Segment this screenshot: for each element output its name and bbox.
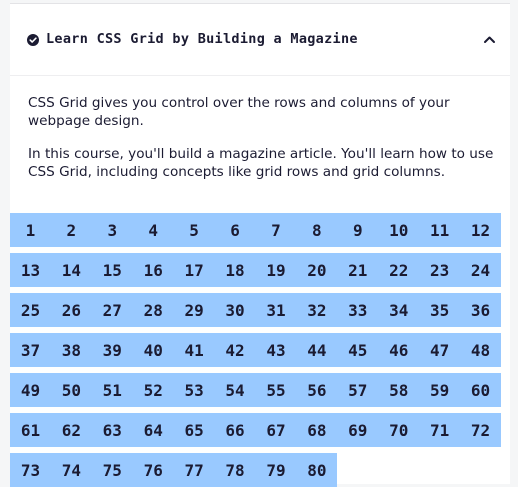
step-link[interactable]: 26	[50, 293, 92, 327]
step-link[interactable]: 32	[296, 293, 338, 327]
step-link[interactable]: 40	[132, 333, 174, 367]
step-link[interactable]: 9	[337, 213, 379, 247]
step-link[interactable]: 53	[173, 373, 215, 407]
step-link[interactable]: 54	[214, 373, 256, 407]
step-link[interactable]: 39	[91, 333, 133, 367]
step-link[interactable]: 80	[296, 453, 338, 487]
step-link[interactable]: 77	[173, 453, 215, 487]
step-link[interactable]: 78	[214, 453, 256, 487]
step-link[interactable]: 23	[419, 253, 461, 287]
step-link[interactable]: 51	[91, 373, 133, 407]
step-link[interactable]: 28	[132, 293, 174, 327]
step-link[interactable]: 34	[378, 293, 420, 327]
step-link[interactable]: 58	[378, 373, 420, 407]
step-link[interactable]: 1	[10, 213, 51, 247]
step-link[interactable]: 21	[337, 253, 379, 287]
step-link[interactable]: 22	[378, 253, 420, 287]
step-link[interactable]: 57	[337, 373, 379, 407]
step-link[interactable]: 46	[378, 333, 420, 367]
step-link[interactable]: 29	[173, 293, 215, 327]
step-link[interactable]: 45	[337, 333, 379, 367]
step-link[interactable]: 59	[419, 373, 461, 407]
step-link[interactable]: 33	[337, 293, 379, 327]
step-link[interactable]: 55	[255, 373, 297, 407]
step-link[interactable]: 69	[337, 413, 379, 447]
step-link[interactable]: 44	[296, 333, 338, 367]
course-description-2: In this course, you'll build a magazine …	[28, 146, 494, 180]
step-link[interactable]: 65	[173, 413, 215, 447]
step-link[interactable]: 41	[173, 333, 215, 367]
step-link[interactable]: 4	[132, 213, 174, 247]
course-block-header[interactable]: Learn CSS Grid by Building a Magazine	[10, 4, 510, 76]
step-link[interactable]: 61	[10, 413, 51, 447]
step-link[interactable]: 37	[10, 333, 51, 367]
step-link[interactable]: 60	[460, 373, 501, 407]
step-link[interactable]: 47	[419, 333, 461, 367]
check-circle-icon	[27, 34, 39, 46]
step-link[interactable]: 71	[419, 413, 461, 447]
step-link[interactable]: 42	[214, 333, 256, 367]
step-link[interactable]: 52	[132, 373, 174, 407]
step-link[interactable]: 6	[214, 213, 256, 247]
step-link[interactable]: 73	[10, 453, 51, 487]
step-link[interactable]: 3	[91, 213, 133, 247]
step-link[interactable]: 70	[378, 413, 420, 447]
step-link[interactable]: 30	[214, 293, 256, 327]
step-link[interactable]: 36	[460, 293, 501, 327]
step-link[interactable]: 56	[296, 373, 338, 407]
step-link[interactable]: 17	[173, 253, 215, 287]
course-description-1: CSS Grid gives you control over the rows…	[28, 95, 450, 129]
step-link[interactable]: 67	[255, 413, 297, 447]
step-link[interactable]: 76	[132, 453, 174, 487]
step-link[interactable]: 13	[10, 253, 51, 287]
course-block-card: Learn CSS Grid by Building a Magazine CS…	[10, 3, 510, 487]
step-link[interactable]: 68	[296, 413, 338, 447]
step-link[interactable]: 72	[460, 413, 501, 447]
step-link[interactable]: 19	[255, 253, 297, 287]
step-link[interactable]: 7	[255, 213, 297, 247]
course-title: Learn CSS Grid by Building a Magazine	[46, 31, 358, 47]
step-grid: 1 2 3 4 5 6 7 8 9 10 11 12 13 14 15 16 17 18 19 20 21 22 23 24 2…	[10, 213, 501, 487]
step-link[interactable]: 74	[50, 453, 92, 487]
chevron-up-icon[interactable]	[483, 35, 496, 44]
step-link[interactable]: 18	[214, 253, 256, 287]
step-link[interactable]: 10	[378, 213, 420, 247]
step-link[interactable]: 11	[419, 213, 461, 247]
step-link[interactable]: 66	[214, 413, 256, 447]
step-link[interactable]: 14	[50, 253, 92, 287]
step-link[interactable]: 49	[10, 373, 51, 407]
step-link[interactable]: 5	[173, 213, 215, 247]
step-link[interactable]: 48	[460, 333, 501, 367]
step-link[interactable]: 62	[50, 413, 92, 447]
step-link[interactable]: 38	[50, 333, 92, 367]
step-link[interactable]: 16	[132, 253, 174, 287]
step-link[interactable]: 43	[255, 333, 297, 367]
step-link[interactable]: 12	[460, 213, 501, 247]
step-link[interactable]: 24	[460, 253, 501, 287]
step-link[interactable]: 20	[296, 253, 338, 287]
step-link[interactable]: 15	[91, 253, 133, 287]
step-link[interactable]: 79	[255, 453, 297, 487]
step-link[interactable]: 27	[91, 293, 133, 327]
step-link[interactable]: 63	[91, 413, 133, 447]
step-link[interactable]: 8	[296, 213, 338, 247]
step-link[interactable]: 31	[255, 293, 297, 327]
step-link[interactable]: 75	[91, 453, 133, 487]
step-link[interactable]: 50	[50, 373, 92, 407]
step-link[interactable]: 35	[419, 293, 461, 327]
step-link[interactable]: 2	[50, 213, 92, 247]
step-link[interactable]: 64	[132, 413, 174, 447]
step-link[interactable]: 25	[10, 293, 51, 327]
